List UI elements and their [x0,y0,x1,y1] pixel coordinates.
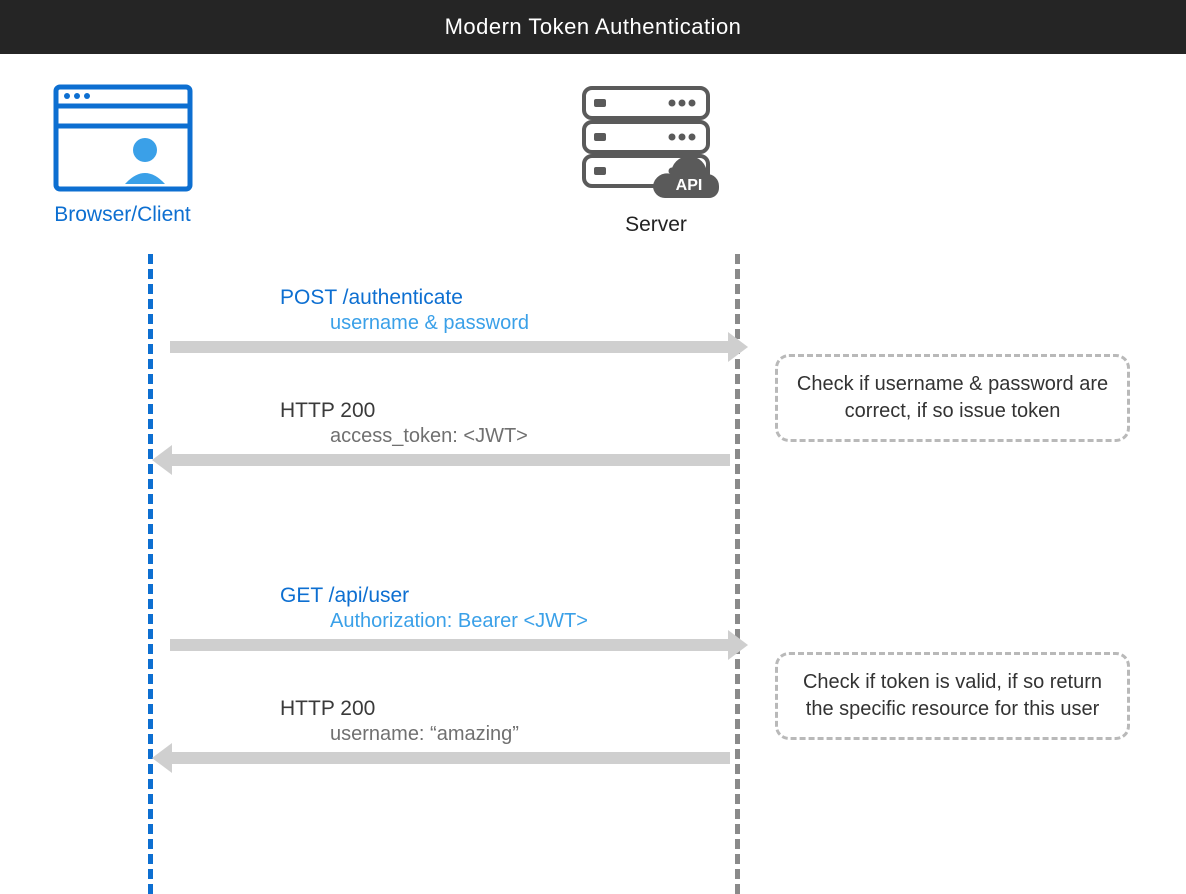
message-title: POST /authenticate [280,286,730,310]
message-title: HTTP 200 [280,697,730,721]
message-sub: Authorization: Bearer <JWT> [330,610,730,633]
arrow-right-icon [170,639,730,651]
diagram-title: Modern Token Authentication [445,14,742,40]
arrow-left-icon [170,454,730,466]
message-title: GET /api/user [280,584,730,608]
note-check-credentials: Check if username & password are correct… [775,354,1130,442]
message-api-response: HTTP 200 username: “amazing” [170,697,730,764]
arrow-left-icon [170,752,730,764]
server-stack-icon: API [576,189,736,206]
actor-client-label: Browser/Client [40,203,205,227]
message-sub: username & password [330,312,730,335]
message-title: HTTP 200 [280,399,730,423]
diagram-canvas: Browser/Client API Server POST /authenti [0,54,1186,885]
svg-text:API: API [676,177,703,194]
actor-client: Browser/Client [40,84,205,227]
note-check-token: Check if token is valid, if so return th… [775,652,1130,740]
arrow-right-icon [170,341,730,353]
message-api-request: GET /api/user Authorization: Bearer <JWT… [170,584,730,651]
lifeline-client [148,254,153,894]
message-authenticate-response: HTTP 200 access_token: <JWT> [170,399,730,466]
message-sub: access_token: <JWT> [330,425,730,448]
actor-server-label: Server [576,213,736,237]
actor-server: API Server [576,82,736,237]
message-sub: username: “amazing” [330,723,730,746]
diagram-header: Modern Token Authentication [0,0,1186,54]
message-authenticate-request: POST /authenticate username & password [170,286,730,353]
browser-window-icon [53,179,193,196]
